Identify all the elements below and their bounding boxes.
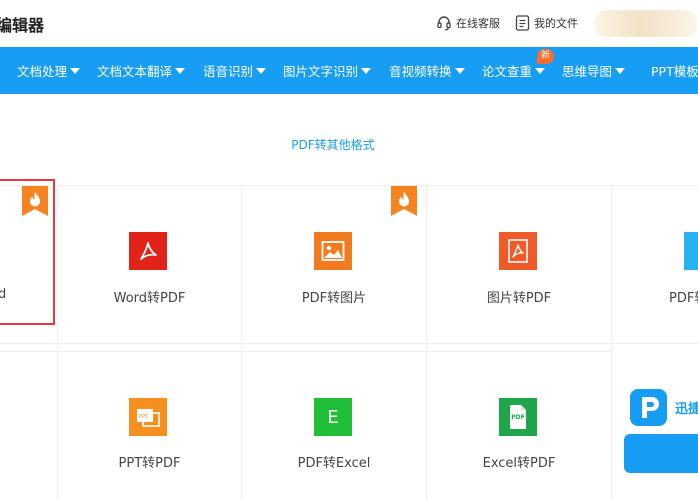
- user-avatar[interactable]: [594, 10, 698, 37]
- tool-tile-image-to-pdf[interactable]: 图片转PDF: [427, 186, 611, 343]
- hot-fire-icon: [391, 186, 417, 216]
- pdf-acrobat-icon: [499, 232, 537, 270]
- grid-divider: [0, 343, 698, 344]
- top-header: 编辑器 在线客服 我的文件: [0, 0, 698, 47]
- my-files-label: 我的文件: [534, 17, 578, 30]
- nav-label: 论文查重: [482, 64, 533, 79]
- brand-name[interactable]: 编辑器: [0, 12, 44, 36]
- nav-item-speech-recognition[interactable]: 语音识别: [203, 47, 267, 94]
- tool-tile-empty: [0, 352, 57, 500]
- svg-text:PPT: PPT: [139, 414, 149, 420]
- nav-label: 思维导图: [562, 64, 613, 79]
- nav-item-document-translation[interactable]: 文档文本翻译: [97, 47, 186, 94]
- document-icon: [515, 15, 530, 31]
- pdf-convert-icon: [684, 232, 698, 270]
- nav-item-ppt-templates[interactable]: PPT模板: [651, 47, 698, 94]
- caret-down-icon: [454, 67, 465, 74]
- online-support-link[interactable]: 在线客服: [436, 15, 500, 31]
- excel-glyph: E: [327, 406, 339, 428]
- tool-tile-word-to-pdf[interactable]: Word转PDF: [58, 186, 241, 343]
- nav-label: 文档处理: [17, 64, 68, 79]
- tool-label: Word转PDF: [113, 291, 186, 306]
- section-title: PDF转其他格式: [291, 138, 375, 152]
- tool-tile-ppt-to-pdf[interactable]: PPT PPT转PDF: [58, 352, 241, 500]
- nav-label: PPT模板: [651, 64, 698, 79]
- nav-label: 图片文字识别: [283, 64, 359, 79]
- tool-label: PDF转Excel: [297, 456, 371, 471]
- caret-down-icon: [256, 67, 267, 74]
- my-files-link[interactable]: 我的文件: [515, 15, 578, 31]
- nav-label: 语音识别: [203, 64, 254, 79]
- tool-tile-pdf-to-excel[interactable]: E PDF转Excel: [242, 352, 426, 500]
- tool-tile-pdf-to-other[interactable]: PDF转: [612, 186, 698, 343]
- tool-tile-excel-to-pdf[interactable]: PDF Excel转PDF: [427, 352, 611, 500]
- nav-label: 音视频转换: [389, 64, 452, 79]
- hot-fire-icon: [22, 186, 48, 216]
- tool-label: PDF转: [669, 291, 698, 306]
- tool-label: PPT转PDF: [118, 456, 181, 471]
- nav-item-av-conversion[interactable]: 音视频转换: [389, 47, 465, 94]
- promo-brand-text: 迅捷: [675, 402, 698, 417]
- pdf-file-icon: PDF: [499, 398, 537, 436]
- pdf-acrobat-icon: [129, 232, 167, 270]
- ppt-pdf-icon: PPT: [129, 398, 167, 436]
- caret-down-icon: [615, 67, 626, 74]
- tool-label: Excel转PDF: [482, 456, 556, 471]
- nav-item-image-ocr[interactable]: 图片文字识别: [283, 47, 372, 94]
- nav-label: 文档文本翻译: [97, 64, 173, 79]
- caret-down-icon: [535, 67, 546, 74]
- nav-item-plagiarism-check[interactable]: 论文查重: [482, 47, 546, 94]
- online-support-label: 在线客服: [456, 17, 500, 30]
- headset-icon: [436, 15, 452, 31]
- tool-label: 图片转PDF: [486, 291, 552, 306]
- pdf-glyph: PDF: [511, 414, 525, 421]
- tool-label: PDF转图片: [301, 291, 367, 306]
- main-nav: 文档处理 文档文本翻译 语音识别 图片文字识别 音视频转换 论文查重 新 思维导…: [0, 47, 698, 94]
- promo-download-button[interactable]: [624, 434, 698, 473]
- excel-e-icon: E: [314, 398, 352, 436]
- new-badge: 新: [537, 49, 554, 64]
- app-logo-icon: [630, 389, 667, 426]
- picture-icon: [314, 232, 352, 270]
- caret-down-icon: [361, 67, 372, 74]
- nav-item-document-processing[interactable]: 文档处理: [17, 47, 81, 94]
- nav-item-mind-map[interactable]: 思维导图: [562, 47, 626, 94]
- caret-down-icon: [70, 67, 81, 74]
- caret-down-icon: [175, 67, 186, 74]
